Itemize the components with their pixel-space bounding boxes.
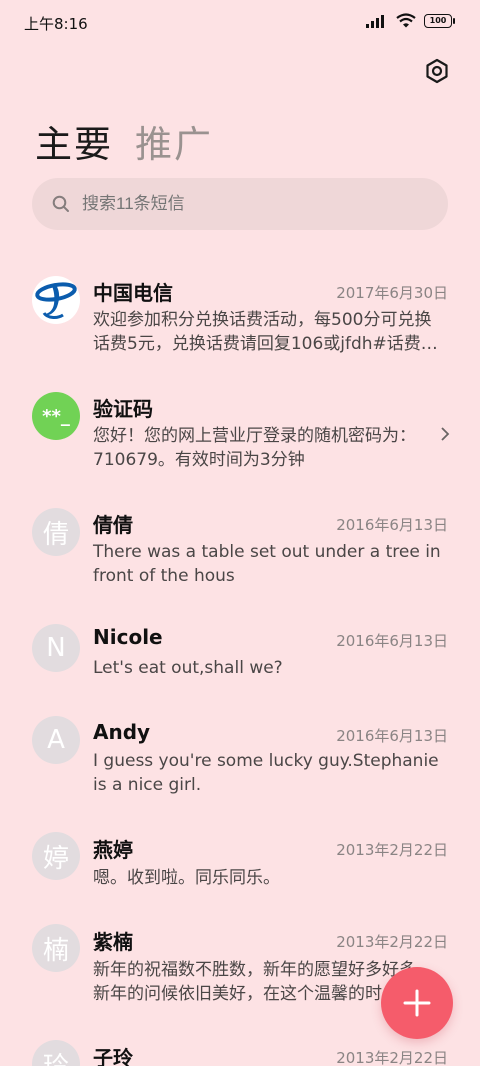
message-item[interactable]: 婷 燕婷 2013年2月22日 嗯。收到啦。同乐同乐。 xyxy=(0,808,480,900)
message-item[interactable]: A Andy 2016年6月13日 I guess you're some lu… xyxy=(0,692,480,808)
contact-name: Andy xyxy=(93,720,151,744)
avatar: 婷 xyxy=(32,832,80,880)
message-snippet: 嗯。收到啦。同乐同乐。 xyxy=(93,868,280,888)
signal-icon xyxy=(366,14,384,28)
message-item[interactable]: 中国电信 2017年6月30日 欢迎参加积分兑换话费活动，每500分可兑换话费5… xyxy=(0,252,480,368)
contact-name: 燕婷 xyxy=(93,838,133,862)
message-date: 2013年2月22日 xyxy=(336,1049,448,1066)
status-bar: 上午8:16 100 xyxy=(0,0,480,46)
message-snippet: I guess you're some lucky guy.Stephanie … xyxy=(93,751,439,795)
message-item[interactable]: **_ 验证码 您好！您的网上营业厅登录的随机密码为：710679。有效时间为3… xyxy=(0,368,480,484)
sms-screen: 上午8:16 100 主要 推广 搜索11条短信 中国电信 2017年6月30日… xyxy=(0,0,480,1066)
message-date: 2013年2月22日 xyxy=(336,933,448,951)
plus-icon xyxy=(403,989,431,1017)
settings-button[interactable] xyxy=(424,58,450,84)
tab-bar: 主要 推广 xyxy=(35,114,213,168)
contact-name: 倩倩 xyxy=(93,513,133,537)
chevron-right-icon xyxy=(441,427,450,441)
search-bar[interactable] xyxy=(32,178,448,230)
contact-name: 子玲 xyxy=(93,1046,133,1066)
settings-icon xyxy=(426,58,448,84)
message-item[interactable]: 倩 倩倩 2016年6月13日 There was a table set ou… xyxy=(0,484,480,600)
message-date: 2016年6月13日 xyxy=(336,516,448,534)
avatar: N xyxy=(32,624,80,672)
message-date: 2016年6月13日 xyxy=(336,727,448,745)
avatar: 楠 xyxy=(32,924,80,972)
contact-name: 验证码 xyxy=(93,397,153,421)
status-time: 上午8:16 xyxy=(24,15,88,33)
avatar-verification: **_ xyxy=(32,392,80,440)
contact-name: 中国电信 xyxy=(93,281,173,305)
message-date: 2016年6月13日 xyxy=(336,632,448,650)
avatar-telecom xyxy=(32,276,80,324)
tab-primary[interactable]: 主要 xyxy=(35,114,113,168)
tab-promo[interactable]: 推广 xyxy=(135,114,213,168)
message-date: 2013年2月22日 xyxy=(336,841,448,859)
message-date: 2017年6月30日 xyxy=(336,284,448,302)
avatar: A xyxy=(32,716,80,764)
message-snippet: 您好！您的网上营业厅登录的随机密码为：710679。有效时间为3分钟 xyxy=(93,426,416,470)
search-input[interactable] xyxy=(82,178,422,230)
china-telecom-logo xyxy=(35,282,77,319)
contact-name: Nicole xyxy=(93,625,163,649)
contact-name: 紫楠 xyxy=(93,930,133,954)
message-snippet: 欢迎参加积分兑换话费活动，每500分可兑换话费5元，兑换话费请回复106或jfd… xyxy=(93,310,438,354)
battery-level: 100 xyxy=(429,15,447,25)
status-icons: 100 xyxy=(366,13,455,28)
compose-button[interactable] xyxy=(381,967,453,1039)
avatar: 玲 xyxy=(32,1040,80,1066)
avatar: 倩 xyxy=(32,508,80,556)
message-item[interactable]: N Nicole 2016年6月13日 Let's eat out,shall … xyxy=(0,600,480,692)
battery-icon: 100 xyxy=(424,13,455,28)
wifi-icon xyxy=(396,13,416,28)
message-snippet: Let's eat out,shall we? xyxy=(93,658,283,678)
message-snippet: There was a table set out under a tree i… xyxy=(93,542,441,586)
search-icon xyxy=(52,195,69,212)
